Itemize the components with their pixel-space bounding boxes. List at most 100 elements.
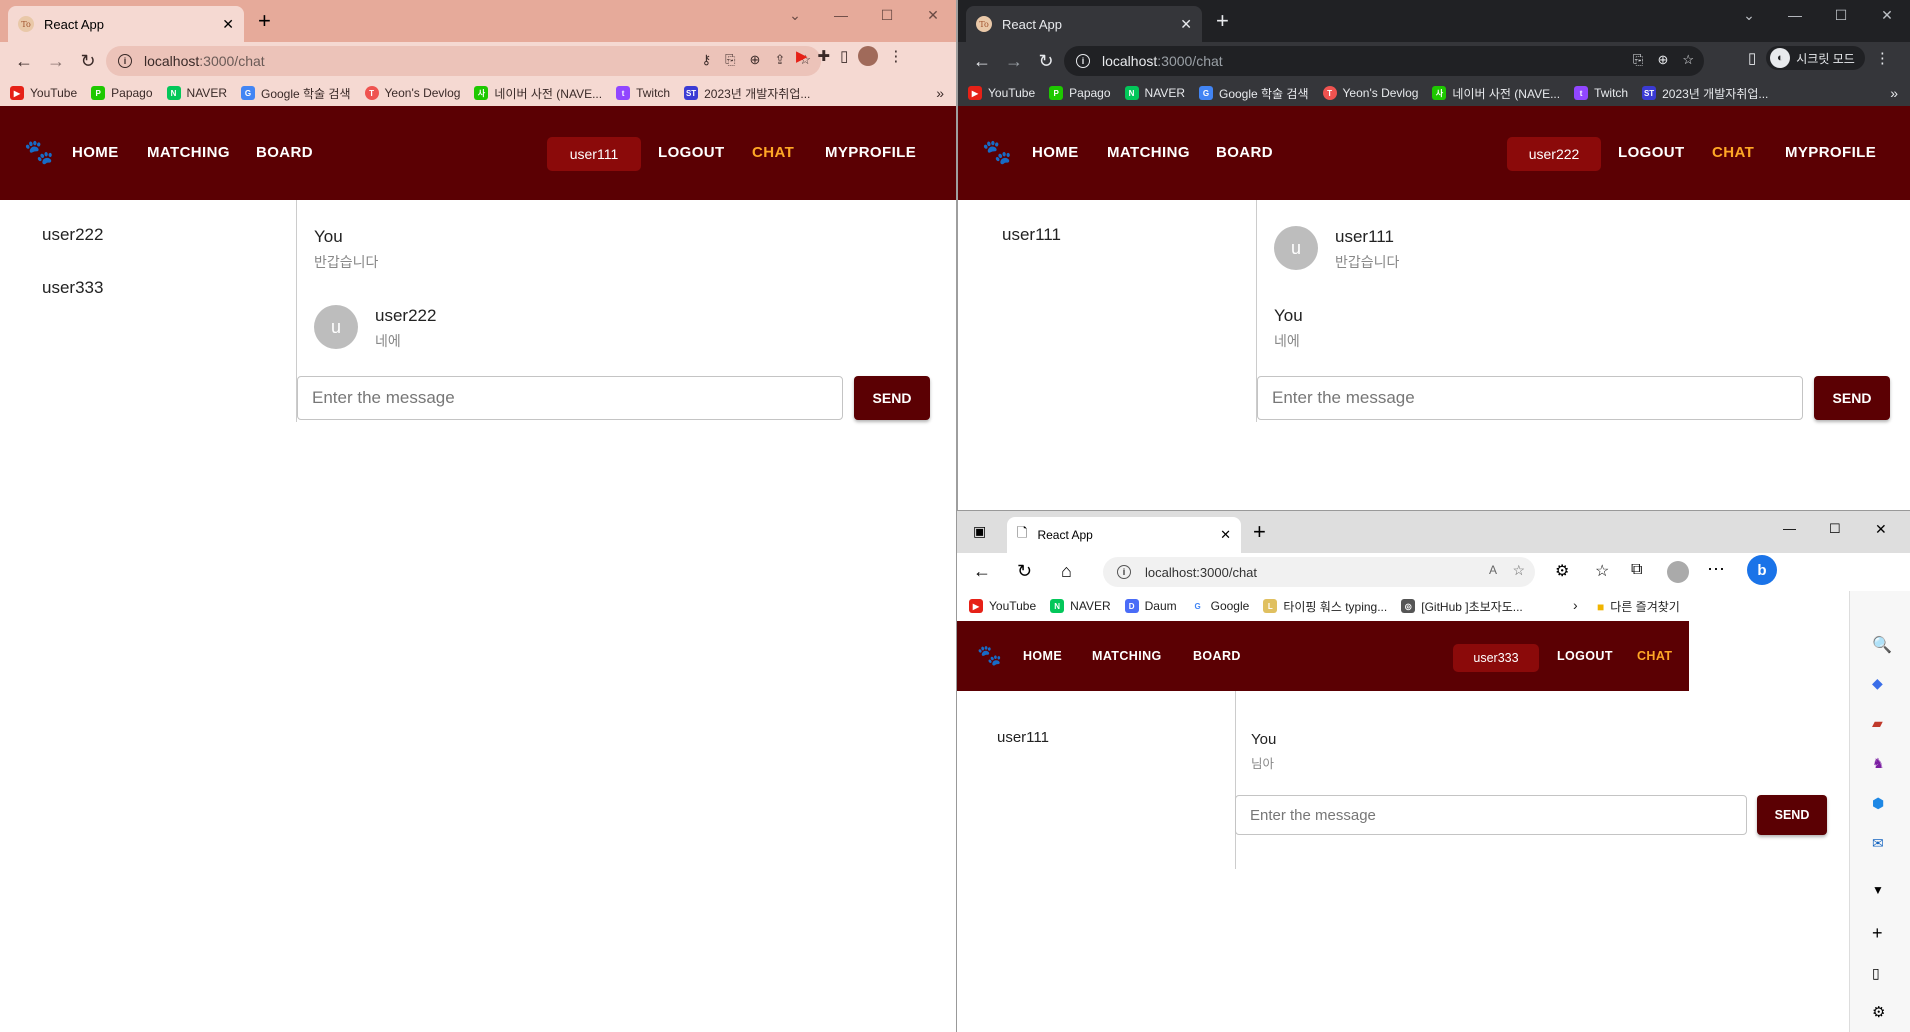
nav-home[interactable]: HOME [72, 144, 119, 161]
bookmark-devlog[interactable]: T Yeon's Devlog [364, 86, 460, 100]
back-icon[interactable]: ← [8, 45, 40, 77]
close-window-icon[interactable]: ✕ [910, 0, 956, 30]
chevron-right-icon[interactable]: › [1573, 597, 1578, 613]
bookmark-twitch[interactable]: t Twitch [1574, 86, 1628, 100]
bookmark-daum[interactable]: D Daum [1124, 599, 1177, 613]
minimize-icon[interactable]: — [1783, 521, 1796, 536]
nav-logout[interactable]: LOGOUT [658, 144, 725, 161]
settings-more-icon[interactable]: ⋯ [1707, 559, 1725, 580]
office-icon[interactable]: ⬢ [1872, 795, 1884, 812]
nav-matching[interactable]: MATCHING [147, 144, 230, 161]
reload-icon[interactable]: ↻ [1030, 45, 1062, 77]
browser-tab[interactable]: To React App ✕ [966, 6, 1202, 42]
maximize-icon[interactable]: ☐ [1818, 0, 1864, 30]
collections-icon[interactable]: ⧉ [1631, 561, 1642, 579]
translate-icon[interactable]: ⎘ [1633, 52, 1643, 68]
more-bookmarks-icon[interactable]: » [1890, 85, 1898, 101]
close-tab-icon[interactable]: ✕ [1220, 527, 1231, 543]
close-window-icon[interactable]: ✕ [1864, 0, 1910, 30]
nav-board[interactable]: BOARD [256, 144, 313, 161]
address-bar[interactable]: i localhost:3000/chat A ☆ [1103, 557, 1535, 587]
share-icon[interactable]: ⇪ [774, 52, 785, 68]
maximize-icon[interactable]: ☐ [864, 0, 910, 30]
bookmark-scholar[interactable]: G Google 학술 검색 [240, 85, 351, 102]
current-user-badge[interactable]: user333 [1453, 644, 1539, 672]
bookmark-jobs[interactable]: ST 2023년 개발자취업... [684, 85, 810, 102]
sidebar-toggle-icon[interactable]: ▯ [1872, 965, 1880, 982]
nav-chat[interactable]: CHAT [1637, 649, 1672, 663]
bookmark-naver[interactable]: N NAVER [166, 86, 227, 100]
current-user-badge[interactable]: user111 [547, 137, 641, 171]
bookmark-devlog[interactable]: T Yeon's Devlog [1322, 86, 1418, 100]
youtube-ext-icon[interactable]: ▶ [796, 47, 808, 65]
key-icon[interactable]: ⚷ [702, 52, 712, 68]
settings-icon[interactable]: ⚙ [1872, 1003, 1885, 1021]
contact-item[interactable]: user333 [42, 278, 103, 298]
bookmark-star-icon[interactable]: ☆ [1682, 52, 1694, 68]
message-input[interactable]: Enter the message [1257, 376, 1803, 420]
side-panel-icon[interactable]: ▯ [840, 47, 848, 65]
nav-logout[interactable]: LOGOUT [1557, 649, 1613, 663]
read-aloud-icon[interactable]: A [1489, 563, 1497, 577]
site-info-icon[interactable]: i [118, 54, 132, 68]
side-panel-icon[interactable]: ▯ [1748, 49, 1756, 67]
close-window-icon[interactable]: ✕ [1875, 521, 1887, 538]
nav-logout[interactable]: LOGOUT [1618, 144, 1685, 161]
bookmark-naver[interactable]: N NAVER [1050, 599, 1111, 613]
maximize-icon[interactable]: ☐ [1829, 521, 1841, 537]
contact-item[interactable]: user111 [997, 729, 1049, 746]
close-tab-icon[interactable]: ✕ [1180, 16, 1192, 33]
bookmark-youtube[interactable]: ▶ YouTube [968, 86, 1035, 100]
bookmark-papago[interactable]: P Papago [91, 86, 153, 100]
bookmark-dictionary[interactable]: 사 네이버 사전 (NAVE... [1432, 85, 1560, 102]
paw-logo-icon[interactable]: 🐾 [982, 138, 1012, 167]
message-input[interactable]: Enter the message [1235, 795, 1747, 835]
avatar[interactable] [858, 46, 879, 66]
bookmark-dictionary[interactable]: 사 네이버 사전 (NAVE... [474, 85, 602, 102]
avatar[interactable] [1667, 561, 1689, 583]
send-button[interactable]: SEND [1757, 795, 1827, 835]
menu-icon[interactable]: ⋮ [1875, 49, 1890, 67]
send-button[interactable]: SEND [1814, 376, 1890, 420]
forward-icon[interactable]: → [998, 45, 1030, 77]
menu-icon[interactable]: ⋮ [888, 47, 903, 65]
chevron-down-icon[interactable]: ▼ [1872, 883, 1884, 897]
bookmark-papago[interactable]: P Papago [1049, 86, 1111, 100]
more-bookmarks-icon[interactable]: » [936, 85, 944, 101]
zoom-icon[interactable]: ⊕ [750, 52, 761, 68]
site-info-icon[interactable]: i [1117, 565, 1131, 579]
favorite-add-icon[interactable]: ☆ [1512, 562, 1525, 579]
current-user-badge[interactable]: user222 [1507, 137, 1601, 171]
nav-myprofile[interactable]: MYPROFILE [1699, 649, 1776, 663]
nav-matching[interactable]: MATCHING [1107, 144, 1190, 161]
new-tab-icon[interactable]: + [1253, 519, 1266, 545]
home-icon[interactable]: ⌂ [1061, 561, 1072, 582]
nav-matching[interactable]: MATCHING [1092, 649, 1162, 663]
contact-item[interactable]: user222 [42, 225, 103, 245]
contact-item[interactable]: user111 [1002, 225, 1061, 245]
bookmark-youtube[interactable]: ▶ YouTube [969, 599, 1036, 613]
minimize-icon[interactable]: — [1772, 0, 1818, 30]
address-bar[interactable]: i localhost:3000/chat ⚷ ⎘ ⊕ ⇪ ☆ [106, 46, 821, 76]
paw-logo-icon[interactable]: 🐾 [977, 643, 1002, 668]
bookmark-typing[interactable]: L 타이핑 훠스 typing... [1263, 598, 1387, 615]
games-icon[interactable]: ♞ [1872, 755, 1885, 772]
paw-logo-icon[interactable]: 🐾 [24, 138, 54, 167]
bookmark-github[interactable]: ◎ [GitHub ]초보자도... [1401, 598, 1523, 615]
incognito-profile[interactable]: ◐ 시크릿 모드 [1766, 46, 1865, 70]
bookmark-naver[interactable]: N NAVER [1124, 86, 1185, 100]
new-tab-icon[interactable]: + [258, 8, 271, 34]
send-button[interactable]: SEND [854, 376, 930, 420]
browser-tab[interactable]: To React App ✕ [8, 6, 244, 42]
bookmark-jobs[interactable]: ST 2023년 개발자취업... [1642, 85, 1768, 102]
favorites-icon[interactable]: ☆ [1595, 561, 1609, 581]
bookmark-google[interactable]: G Google [1190, 599, 1249, 613]
outlook-icon[interactable]: ✉ [1872, 835, 1884, 852]
reload-icon[interactable]: ↻ [72, 45, 104, 77]
reload-icon[interactable]: ↻ [1017, 561, 1032, 582]
dropdown-icon[interactable]: ⌄ [1726, 0, 1772, 30]
nav-chat[interactable]: CHAT [1712, 144, 1754, 161]
forward-icon[interactable]: → [40, 45, 72, 77]
nav-home[interactable]: HOME [1032, 144, 1079, 161]
translate-icon[interactable]: ⎘ [725, 52, 735, 68]
